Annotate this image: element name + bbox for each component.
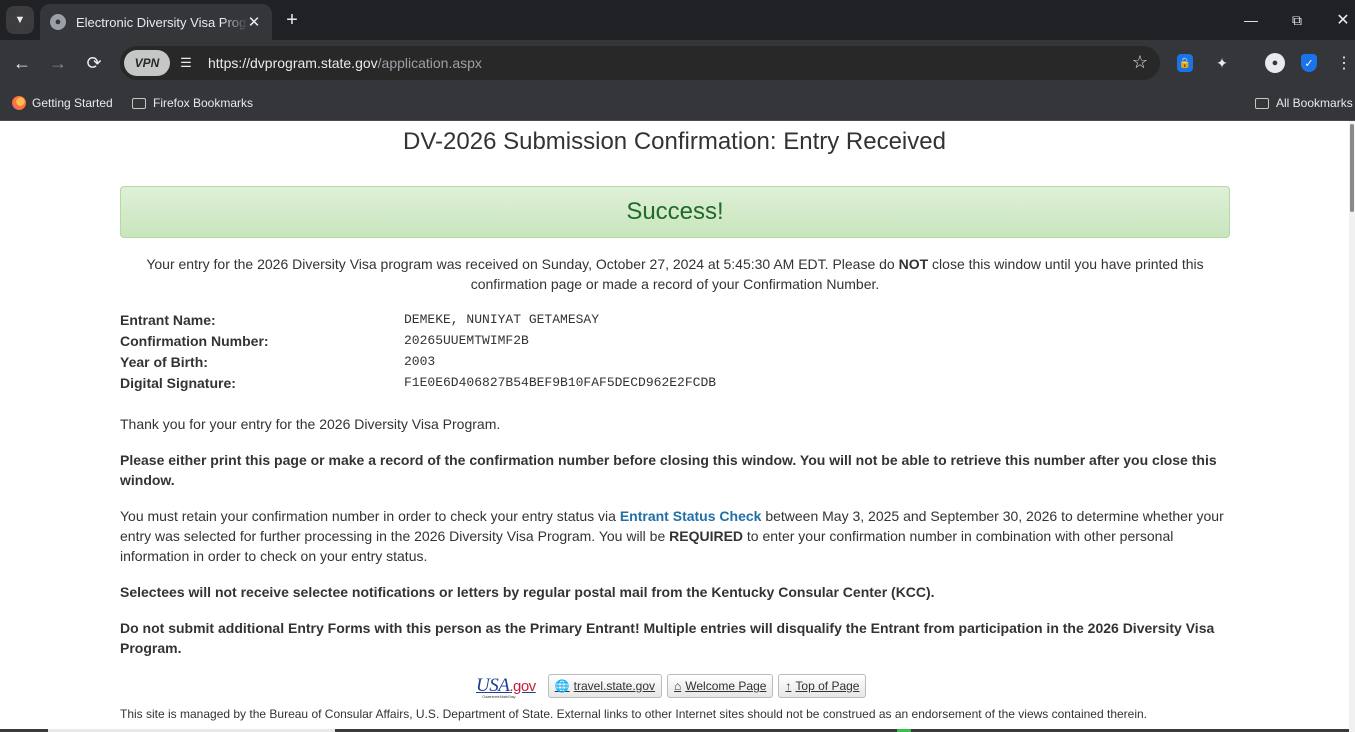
button-label: Welcome Page bbox=[685, 679, 767, 693]
bookmark-label: Firefox Bookmarks bbox=[153, 96, 254, 110]
all-bookmarks-button[interactable]: All Bookmarks bbox=[1255, 93, 1353, 113]
required-emphasis: REQUIRED bbox=[669, 528, 744, 544]
retain-notice: You must retain your confirmation number… bbox=[120, 506, 1230, 566]
top-of-page-button[interactable]: ↑ Top of Page bbox=[778, 674, 867, 698]
page-content: DV-2026 Submission Confirmation: Entry R… bbox=[0, 121, 1349, 729]
retain-text: You must retain your confirmation number… bbox=[120, 508, 620, 524]
menu-kebab-icon[interactable]: ⋮ bbox=[1333, 52, 1355, 74]
globe-icon: 🌐 bbox=[554, 679, 570, 693]
home-icon: ⌂ bbox=[674, 679, 682, 693]
confirmation-number-value: 20265UUEMTWIMF2B bbox=[404, 333, 529, 348]
bookmark-label: Getting Started bbox=[32, 96, 113, 110]
tab-title: Electronic Diversity Visa Program bbox=[76, 14, 248, 30]
confirmation-number-row: Confirmation Number: 20265UUEMTWIMF2B bbox=[120, 330, 716, 351]
year-of-birth-value: 2003 bbox=[404, 354, 436, 369]
field-label: Confirmation Number: bbox=[120, 332, 269, 349]
page-scrollbar[interactable] bbox=[1349, 121, 1355, 732]
arrow-up-icon: ↑ bbox=[785, 679, 792, 693]
new-tab-button[interactable]: + bbox=[282, 8, 302, 32]
received-text: Your entry for the 2026 Diversity Visa p… bbox=[146, 256, 899, 272]
received-not-emphasis: NOT bbox=[898, 256, 929, 272]
entrant-name-value: DEMEKE, NUNIYAT GETAMESAY bbox=[404, 312, 600, 327]
close-window-button[interactable]: ✕ bbox=[1328, 6, 1355, 34]
field-label: Year of Birth: bbox=[120, 353, 208, 370]
bookmark-star-icon[interactable]: ☆ bbox=[1132, 52, 1148, 73]
back-button[interactable]: ← bbox=[9, 50, 35, 76]
tab-strip: ▼ ● Electronic Diversity Visa Program ✕ … bbox=[0, 0, 1355, 40]
page-title: DV-2026 Submission Confirmation: Entry R… bbox=[403, 128, 946, 155]
url-text[interactable]: https://dvprogram.state.gov/application.… bbox=[208, 55, 482, 71]
digital-signature-value: F1E0E6D406827B54BEF9B10FAF5DECD962E2FCDB bbox=[404, 375, 717, 390]
reload-button[interactable]: ⟳ bbox=[81, 50, 107, 76]
all-bookmarks-label: All Bookmarks bbox=[1276, 96, 1353, 110]
print-notice: Please either print this page or make a … bbox=[120, 452, 1217, 488]
browser-tab[interactable]: ● Electronic Diversity Visa Program ✕ bbox=[40, 4, 272, 40]
globe-icon: ● bbox=[50, 14, 66, 30]
password-manager-icon[interactable]: 🔒 bbox=[1177, 54, 1193, 72]
entrant-info-table: Entrant Name: DEMEKE, NUNIYAT GETAMESAY … bbox=[120, 309, 716, 393]
selectees-notice: Selectees will not receive selectee noti… bbox=[120, 584, 935, 600]
received-notice: Your entry for the 2026 Diversity Visa p… bbox=[120, 254, 1230, 294]
url-host: https://dvprogram.state.gov bbox=[208, 55, 378, 71]
restore-button[interactable]: ⧉ bbox=[1282, 6, 1312, 34]
minimize-button[interactable]: — bbox=[1236, 6, 1266, 34]
field-label: Entrant Name: bbox=[120, 311, 216, 328]
shield-check-icon[interactable]: ✓ bbox=[1301, 54, 1317, 72]
address-bar[interactable]: VPN ☰ https://dvprogram.state.gov/applic… bbox=[120, 46, 1160, 80]
forward-button[interactable]: → bbox=[45, 50, 71, 76]
do-not-submit-warning: Do not submit additional Entry Forms wit… bbox=[120, 620, 1215, 656]
browser-toolbar: ← → ⟳ VPN ☰ https://dvprogram.state.gov/… bbox=[0, 40, 1355, 86]
button-label: Top of Page bbox=[795, 679, 860, 693]
usa-logo-tagline: Government Made Easy bbox=[482, 694, 516, 699]
footer-disclaimer: This site is managed by the Bureau of Co… bbox=[120, 707, 1148, 721]
success-alert: Success! bbox=[120, 186, 1230, 238]
folder-icon bbox=[132, 97, 146, 109]
travel-state-gov-button[interactable]: 🌐 travel.state.gov bbox=[547, 674, 663, 698]
entrant-status-check-link[interactable]: Entrant Status Check bbox=[620, 508, 762, 524]
welcome-page-button[interactable]: ⌂ Welcome Page bbox=[667, 674, 774, 698]
entrant-name-row: Entrant Name: DEMEKE, NUNIYAT GETAMESAY bbox=[120, 309, 716, 330]
url-path: /application.aspx bbox=[377, 55, 482, 71]
site-info-icon[interactable]: ☰ bbox=[176, 53, 196, 73]
profile-avatar-icon[interactable]: ● bbox=[1265, 53, 1285, 73]
arrow-right-icon: → bbox=[49, 52, 67, 73]
folder-icon bbox=[1255, 97, 1269, 109]
bookmarks-bar: Getting Started Firefox Bookmarks All Bo… bbox=[0, 86, 1355, 121]
close-tab-icon[interactable]: ✕ bbox=[244, 12, 264, 32]
arrow-left-icon: ← bbox=[13, 52, 31, 73]
tab-search-button[interactable]: ▼ bbox=[6, 6, 34, 34]
usa-gov-logo[interactable]: USA.gov Government Made Easy bbox=[476, 675, 536, 699]
scrollbar-thumb[interactable] bbox=[1350, 124, 1354, 212]
field-label: Digital Signature: bbox=[120, 374, 236, 391]
footer-links: USA.gov Government Made Easy 🌐 travel.stat… bbox=[476, 674, 871, 699]
year-of-birth-row: Year of Birth: 2003 bbox=[120, 351, 716, 372]
digital-signature-row: Digital Signature: F1E0E6D406827B54BEF9B… bbox=[120, 372, 716, 393]
usa-logo-gov: .gov bbox=[509, 678, 536, 695]
success-message: Success! bbox=[626, 198, 724, 225]
extensions-puzzle-icon[interactable]: ✦ bbox=[1211, 52, 1233, 74]
usa-logo-main: USA bbox=[476, 675, 510, 696]
firefox-icon bbox=[12, 96, 26, 110]
bookmark-getting-started[interactable]: Getting Started bbox=[12, 93, 113, 113]
vpn-button[interactable]: VPN bbox=[124, 50, 170, 76]
chevron-down-icon: ▼ bbox=[14, 14, 26, 26]
bookmark-firefox-bookmarks[interactable]: Firefox Bookmarks bbox=[132, 93, 253, 113]
reload-icon: ⟳ bbox=[86, 52, 102, 73]
thank-you-text: Thank you for your entry for the 2026 Di… bbox=[120, 416, 501, 432]
button-label: travel.state.gov bbox=[573, 679, 656, 693]
